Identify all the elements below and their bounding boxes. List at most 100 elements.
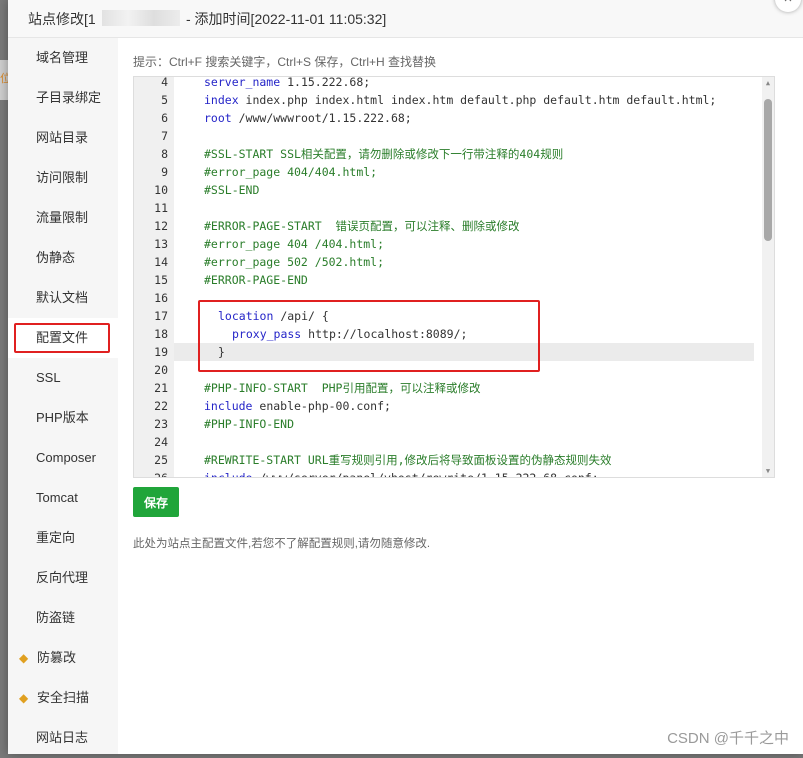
sidebar-item[interactable]: 伪静态 (8, 238, 118, 278)
code-text: root /www/wwwroot/1.15.222.68; (204, 109, 412, 127)
code-keyword: root (204, 111, 232, 125)
sidebar-item-label: SSL (36, 370, 61, 385)
config-warning-note: 此处为站点主配置文件,若您不了解配置规则,请勿随意修改. (133, 538, 431, 550)
sidebar-item[interactable]: 域名管理 (8, 38, 118, 78)
code-comment: #REWRITE-START URL重写规则引用,修改后将导致面板设置的伪静态规… (204, 453, 612, 467)
code-comment: #SSL-START SSL相关配置，请勿删除或修改下一行带注释的404规则 (204, 147, 564, 161)
sidebar-item[interactable]: 反向代理 (8, 558, 118, 598)
sidebar-item[interactable]: ◆ 防篡改 (8, 638, 118, 678)
code-text: #SSL-START SSL相关配置，请勿删除或修改下一行带注释的404规则 (204, 145, 563, 163)
code-text: #PHP-INFO-START PHP引用配置，可以注释或修改 (204, 379, 480, 397)
sidebar-item-label: Tomcat (36, 490, 78, 505)
code-line[interactable]: 21 #PHP-INFO-START PHP引用配置，可以注释或修改 (134, 379, 764, 397)
code-token: index.php index.html index.htm default.p… (238, 93, 717, 107)
sidebar-item[interactable]: 防盗链 (8, 598, 118, 638)
code-comment: #error_page 404 /404.html; (204, 237, 385, 251)
sidebar-item[interactable]: PHP版本 (8, 398, 118, 438)
line-number: 19 (154, 345, 168, 359)
code-line[interactable]: 6 root /www/wwwroot/1.15.222.68; (134, 109, 764, 127)
code-text: #ERROR-PAGE-START 错误页配置，可以注释、删除或修改 (204, 217, 520, 235)
code-line[interactable]: 12 #ERROR-PAGE-START 错误页配置，可以注释、删除或修改 (134, 217, 764, 235)
line-number: 14 (154, 255, 168, 269)
code-token: /www/server/panel/vhost/rewrite/1.15.222… (252, 471, 599, 478)
line-number: 13 (154, 237, 168, 251)
code-line[interactable]: 26 include /www/server/panel/vhost/rewrit… (134, 469, 764, 478)
line-number: 15 (154, 273, 168, 287)
code-line[interactable]: 9 #error_page 404/404.html; (134, 163, 764, 181)
sidebar-item[interactable]: 默认文档 (8, 278, 118, 318)
code-line[interactable]: 14 #error_page 502 /502.html; (134, 253, 764, 271)
code-line[interactable]: 25 #REWRITE-START URL重写规则引用,修改后将导致面板设置的伪静… (134, 451, 764, 469)
code-comment: #ERROR-PAGE-END (204, 273, 308, 287)
code-comment: #PHP-INFO-START PHP引用配置，可以注释或修改 (204, 381, 481, 395)
line-number: 21 (154, 381, 168, 395)
sidebar-item[interactable]: 网站目录 (8, 118, 118, 158)
sidebar-item[interactable]: 访问限制 (8, 158, 118, 198)
scrollbar-thumb[interactable] (764, 99, 772, 241)
sidebar-item-label: 重定向 (36, 530, 76, 545)
code-text: #SSL-END (204, 181, 259, 199)
scroll-up-arrow-icon[interactable]: ▲ (764, 79, 772, 87)
config-code-editor[interactable]: ▲ ▼ 4 server_name 1.15.222.68; 5 index inde… (133, 76, 775, 478)
line-number: 6 (161, 111, 168, 125)
line-number: 11 (154, 201, 168, 215)
sidebar-item-label: 默认文档 (36, 290, 89, 305)
code-text: include /www/server/panel/vhost/rewrite/… (204, 469, 599, 478)
code-line[interactable]: 7 (134, 127, 764, 145)
line-number: 24 (154, 435, 168, 449)
line-number: 4 (161, 76, 168, 89)
watermark: CSDN @千千之中 (667, 730, 789, 747)
scroll-down-arrow-icon[interactable]: ▼ (764, 467, 772, 475)
code-text: #error_page 404/404.html; (204, 163, 377, 181)
sidebar-item-label: 网站日志 (36, 730, 89, 745)
code-comment: #error_page 404/404.html; (204, 165, 378, 179)
sidebar-item[interactable]: 配置文件 (8, 318, 118, 358)
code-line[interactable]: 22 include enable-php-00.conf; (134, 397, 764, 415)
sidebar-item-label: 伪静态 (36, 250, 76, 265)
line-number: 16 (154, 291, 168, 305)
sidebar-item[interactable]: SSL (8, 358, 118, 398)
sidebar-item[interactable]: 重定向 (8, 518, 118, 558)
sidebar-item[interactable]: 流量限制 (8, 198, 118, 238)
redacted-site-name (102, 10, 180, 26)
code-text: server_name 1.15.222.68; (204, 76, 371, 91)
sidebar-item-label: 域名管理 (36, 50, 89, 65)
sidebar-item[interactable]: Tomcat (8, 478, 118, 518)
line-number: 8 (161, 147, 168, 161)
code-line[interactable]: 10 #SSL-END (134, 181, 764, 199)
dialog-titlebar[interactable]: 站点修改[1 - 添加时间[2022-11-01 11:05:32] (8, 0, 803, 38)
code-token: enable-php-00.conf; (252, 399, 391, 413)
gem-icon: ◆ (19, 691, 29, 705)
code-line[interactable]: 5 index index.php index.html index.htm de… (134, 91, 764, 109)
sidebar-item-label: 配置文件 (36, 330, 89, 345)
annotation-highlight-box (198, 300, 540, 372)
sidebar-item-label: 子目录绑定 (36, 90, 102, 105)
sidebar-item-label: 访问限制 (36, 170, 89, 185)
line-number: 9 (161, 165, 168, 179)
code-line[interactable]: 11 (134, 199, 764, 217)
code-line[interactable]: 15 #ERROR-PAGE-END (134, 271, 764, 289)
save-button[interactable]: 保存 (133, 487, 179, 517)
sidebar-item-label: 反向代理 (36, 570, 89, 585)
code-comment: #PHP-INFO-END (204, 417, 295, 431)
gem-icon: ◆ (19, 651, 29, 665)
line-number: 12 (154, 219, 168, 233)
code-token: 1.15.222.68; (280, 76, 371, 89)
sidebar-item[interactable]: 子目录绑定 (8, 78, 118, 118)
code-line[interactable]: 4 server_name 1.15.222.68; (134, 76, 764, 91)
sidebar-item[interactable]: ◆ 安全扫描 (8, 678, 118, 718)
line-number: 20 (154, 363, 168, 377)
code-line[interactable]: 8 #SSL-START SSL相关配置，请勿删除或修改下一行带注释的404规则 (134, 145, 764, 163)
line-number: 7 (161, 129, 168, 143)
settings-sidebar: 域名管理子目录绑定网站目录访问限制流量限制伪静态默认文档配置文件 SSL PHP版本… (8, 38, 118, 754)
code-line[interactable]: 13 #error_page 404 /404.html; (134, 235, 764, 253)
code-comment: #ERROR-PAGE-START 错误页配置，可以注释、删除或修改 (204, 219, 520, 233)
site-edit-dialog: 站点修改[1 - 添加时间[2022-11-01 11:05:32] × 域名管… (8, 0, 803, 754)
code-keyword: include (204, 399, 253, 413)
editor-shortcut-tip: 提示：Ctrl+F 搜索关键字，Ctrl+S 保存，Ctrl+H 查找替换 (133, 55, 437, 69)
code-line[interactable]: 24 (134, 433, 764, 451)
sidebar-item[interactable]: Composer (8, 438, 118, 478)
sidebar-item[interactable]: 网站日志 (8, 718, 118, 758)
code-line[interactable]: 23 #PHP-INFO-END (134, 415, 764, 433)
code-text: index index.php index.html index.htm def… (204, 91, 716, 109)
